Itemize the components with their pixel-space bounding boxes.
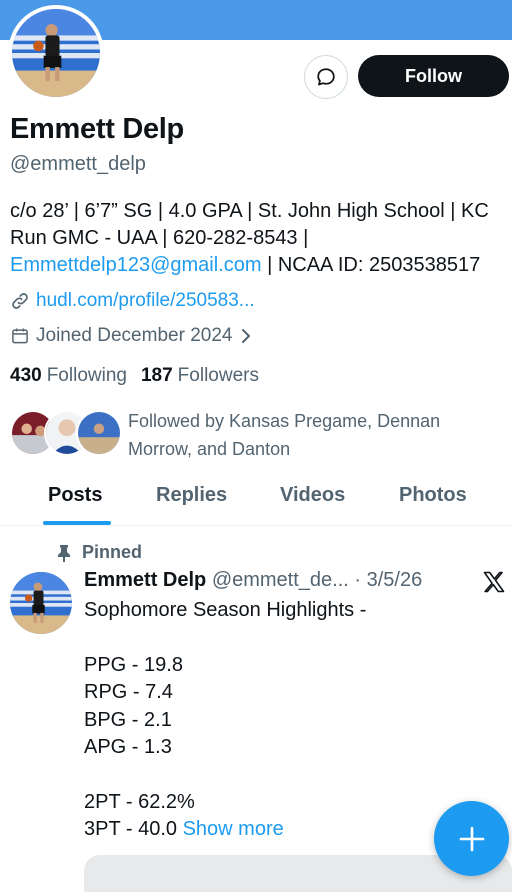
pinned-indicator: Pinned (56, 542, 142, 563)
post-line: Sophomore Season Highlights - (84, 599, 367, 621)
plus-icon (459, 826, 484, 851)
x-logo-icon (483, 571, 505, 593)
profile-handle: @emmett_delp (10, 153, 146, 175)
post-author-name[interactable]: Emmett Delp (84, 569, 206, 591)
post-header: Emmett Delp @emmett_de... · 3/5/26 (84, 569, 422, 592)
show-more-link[interactable]: Show more (183, 818, 284, 840)
avatar-photo (10, 572, 72, 634)
message-bubble-icon (317, 68, 335, 86)
following-stat[interactable]: 430 Following (10, 365, 127, 387)
post-line: APG - 1.3 (84, 735, 172, 758)
tab-photos[interactable]: Photos (399, 484, 467, 507)
bio-email-link[interactable]: Emmettdelp123@gmail.com (10, 254, 262, 276)
website-link[interactable]: hudl.com/profile/250583... (36, 290, 255, 312)
compose-post-button[interactable] (434, 801, 509, 876)
following-count: 430 (10, 365, 42, 386)
profile-name: Emmett Delp (10, 113, 184, 145)
post-line: 2PT - 62.2% (84, 790, 195, 813)
bio-ncaa-id: | NCAA ID: 2503538517 (261, 254, 481, 276)
bio-text: c/o 28’ | 6’7” SG | 4.0 GPA | St. John H… (10, 200, 489, 249)
follower-avatar (76, 410, 122, 456)
post-line (84, 761, 504, 788)
joined-date-row[interactable]: Joined December 2024 (10, 325, 258, 347)
post-date[interactable]: · 3/5/26 (354, 569, 422, 591)
followers-stat[interactable]: 187 Followers (141, 365, 259, 387)
pinned-label: Pinned (82, 542, 143, 562)
post-text[interactable]: Sophomore Season Highlights - PPG - 19.8… (84, 597, 504, 844)
tab-replies[interactable]: Replies (156, 484, 227, 507)
calendar-icon (12, 328, 28, 344)
tab-videos[interactable]: Videos (280, 484, 345, 507)
post-author-handle[interactable]: @emmett_de... (212, 569, 349, 591)
joined-date: Joined December 2024 (36, 325, 233, 346)
message-button[interactable] (304, 55, 348, 99)
active-tab-indicator (43, 521, 111, 525)
following-label: Following (46, 365, 127, 386)
avatar-photo (12, 9, 100, 97)
profile-bio: c/o 28’ | 6’7” SG | 4.0 GPA | St. John H… (10, 198, 510, 279)
followed-by-avatars[interactable] (10, 410, 122, 458)
followers-label: Followers (177, 365, 259, 386)
post-line: PPG - 19.8 (84, 653, 183, 676)
profile-avatar[interactable] (8, 5, 104, 101)
post-line: 3PT - 40.0 (84, 818, 178, 841)
profile-tabs: Posts Replies Videos Photos (0, 474, 512, 526)
pin-icon (58, 544, 70, 562)
follow-stats: 430 Following 187 Followers (10, 365, 259, 387)
post-line: BPG - 2.1 (84, 708, 172, 731)
post-line (84, 624, 504, 651)
post-author-avatar[interactable] (10, 572, 72, 634)
followed-by-text[interactable]: Followed by Kansas Pregame, Dennan Morro… (128, 407, 498, 463)
tab-posts[interactable]: Posts (48, 484, 102, 507)
follow-button[interactable]: Follow (358, 55, 509, 97)
profile-website[interactable]: hudl.com/profile/250583... (10, 290, 255, 312)
post-line: RPG - 7.4 (84, 681, 173, 704)
followers-count: 187 (140, 365, 173, 386)
chevron-right-icon (242, 329, 251, 343)
link-icon (12, 293, 28, 309)
